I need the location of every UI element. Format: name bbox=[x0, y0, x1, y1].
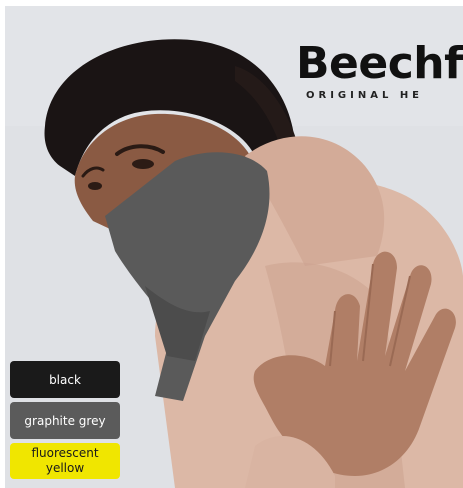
swatch-graphite-grey[interactable]: graphite grey bbox=[10, 402, 120, 439]
brand-tagline: ORIGINAL HE bbox=[306, 90, 424, 101]
swatch-black[interactable]: black bbox=[10, 361, 120, 398]
brand-name: Beechf bbox=[296, 40, 463, 89]
color-swatch-list: black graphite grey fluorescent yellow bbox=[10, 361, 120, 483]
swatch-fluorescent-yellow[interactable]: fluorescent yellow bbox=[10, 443, 120, 479]
brand-logo: Beechf ORIGINAL HE bbox=[296, 40, 463, 101]
product-image-frame: Beechf ORIGINAL HE black graphite grey f… bbox=[0, 0, 463, 488]
